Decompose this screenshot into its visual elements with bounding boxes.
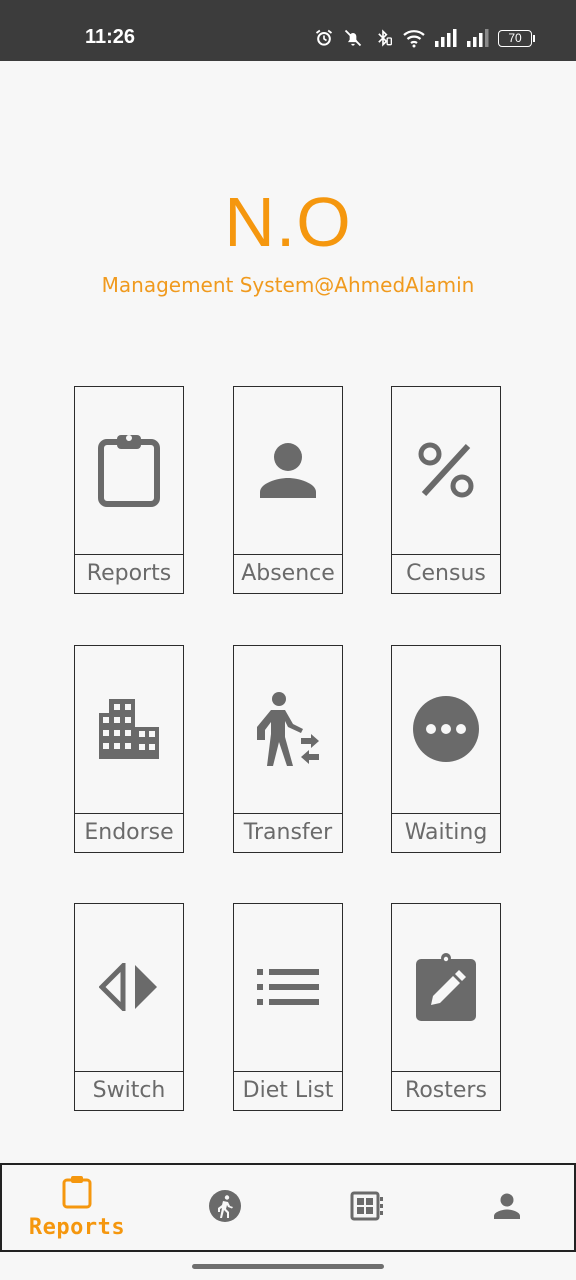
tile-absence[interactable]: Absence [233,386,343,594]
nav-item-activity[interactable] [192,1165,258,1250]
tile-rosters[interactable]: Rosters [391,903,501,1111]
tile-waiting[interactable]: Waiting [391,645,501,853]
tile-diet-list[interactable]: Diet List [233,903,343,1111]
tile-label: Diet List [234,1071,342,1110]
signal-icon-2 [466,28,490,48]
signal-icon [434,28,458,48]
tile-label: Rosters [392,1071,500,1110]
status-icons: 70 [314,26,535,50]
app-title: N.O [224,183,352,261]
nav-item-profile[interactable] [474,1165,540,1250]
status-bar: 11:26 70 [0,0,576,61]
tile-label: Reports [75,554,183,593]
person-icon [493,1193,521,1223]
alarm-icon [314,28,334,48]
transfer-walk-icon [253,691,323,770]
tile-census[interactable]: Census [391,386,501,594]
nav-item-reports[interactable]: Reports [18,1165,136,1250]
wifi-icon [402,28,426,48]
tile-label: Switch [75,1071,183,1110]
building-icon [99,698,159,763]
tile-endorse[interactable]: Endorse [74,645,184,853]
compare-arrows-icon [98,959,159,1015]
nav-item-schedule[interactable] [334,1165,400,1250]
tile-transfer[interactable]: Transfer [233,645,343,853]
nav-label: Reports [28,1215,126,1240]
battery-icon: 70 [498,29,535,47]
app-screen: 11:26 70 N.O Management System@AhmedAlam… [0,0,576,1280]
tile-switch[interactable]: Switch [74,903,184,1111]
tile-reports[interactable]: Reports [74,386,184,594]
tile-label: Endorse [75,813,183,852]
tile-label: Waiting [392,813,500,852]
list-icon [257,968,319,1009]
running-icon [208,1189,242,1227]
bottom-nav: Reports [0,1163,576,1252]
app-subtitle: Management System@AhmedAlamin [101,273,475,297]
bluetooth-icon [372,28,394,48]
calendar-grid-icon [350,1191,384,1225]
clipboard-icon [97,432,161,512]
tile-label: Transfer [234,813,342,852]
status-time: 11:26 [85,26,136,48]
percent-icon [418,442,474,502]
mute-icon [342,28,364,48]
clipboard-icon [62,1175,92,1213]
edit-clipboard-icon [415,952,477,1025]
home-indicator[interactable] [192,1264,384,1269]
person-icon [258,442,318,502]
tile-label: Absence [234,554,342,593]
more-horizontal-icon [412,695,480,767]
tile-label: Census [392,554,500,593]
